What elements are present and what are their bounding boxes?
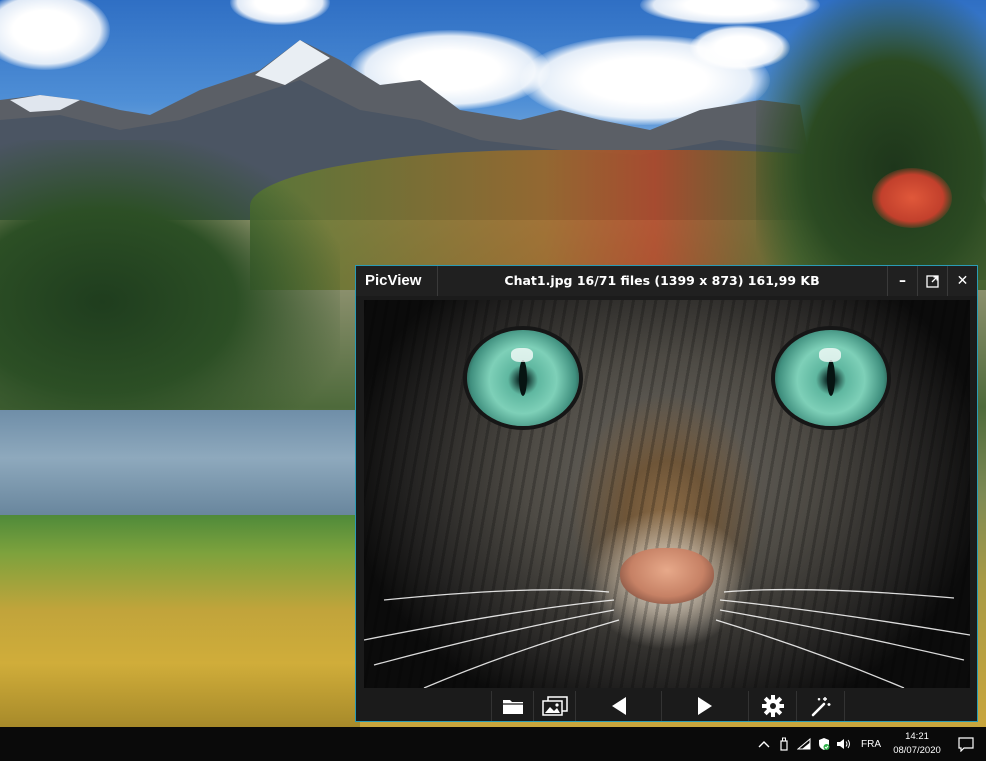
usb-drive-icon	[780, 737, 788, 751]
close-icon: ✕	[956, 273, 969, 289]
triangle-right-icon	[698, 697, 712, 715]
minimize-button[interactable]: –	[887, 266, 917, 296]
wifi-button[interactable]	[794, 727, 814, 761]
chevron-up-icon	[758, 741, 770, 748]
usb-eject-button[interactable]	[774, 727, 794, 761]
meadow	[0, 515, 360, 727]
open-folder-button[interactable]	[491, 691, 534, 721]
magic-wand-icon	[811, 697, 830, 717]
settings-button[interactable]	[749, 691, 797, 721]
close-button[interactable]: ✕	[947, 266, 977, 296]
app-name[interactable]: PicView	[356, 266, 438, 296]
speaker-icon	[837, 739, 850, 749]
volume-button[interactable]	[834, 727, 854, 761]
image-viewport[interactable]	[364, 300, 970, 688]
clock[interactable]: 14:21 08/07/2020	[888, 730, 946, 758]
notification-icon	[958, 736, 974, 752]
minimize-icon: –	[899, 273, 906, 289]
wifi-icon	[797, 738, 811, 750]
security-button[interactable]	[814, 727, 834, 761]
input-language-button[interactable]: FRA	[854, 739, 888, 750]
taskbar: FRA 14:21 08/07/2020	[0, 727, 986, 761]
clock-time: 14:21	[905, 731, 929, 742]
triangle-left-icon	[611, 697, 626, 715]
gear-icon	[761, 695, 784, 717]
lake	[0, 410, 360, 530]
toolbar	[491, 691, 851, 721]
file-title: Chat1.jpg 16/71 files (1399 x 873) 161,9…	[504, 273, 820, 288]
titlebar[interactable]: PicView Chat1.jpg 16/71 files (1399 x 87…	[356, 266, 977, 296]
folder-icon	[502, 700, 523, 714]
system-tray: FRA 14:21 08/07/2020	[754, 727, 986, 761]
maximize-button[interactable]	[917, 266, 947, 296]
shield-icon	[819, 738, 830, 750]
clock-date: 08/07/2020	[893, 745, 941, 756]
effects-button[interactable]	[797, 691, 845, 721]
images-icon	[541, 696, 568, 716]
show-hidden-icons-button[interactable]	[754, 727, 774, 761]
gallery-button[interactable]	[534, 691, 576, 721]
expand-icon	[926, 274, 939, 288]
next-button[interactable]	[662, 691, 749, 721]
cat-whiskers	[364, 588, 970, 688]
action-center-button[interactable]	[946, 727, 986, 761]
previous-button[interactable]	[576, 691, 662, 721]
picview-window: PicView Chat1.jpg 16/71 files (1399 x 87…	[355, 265, 978, 722]
